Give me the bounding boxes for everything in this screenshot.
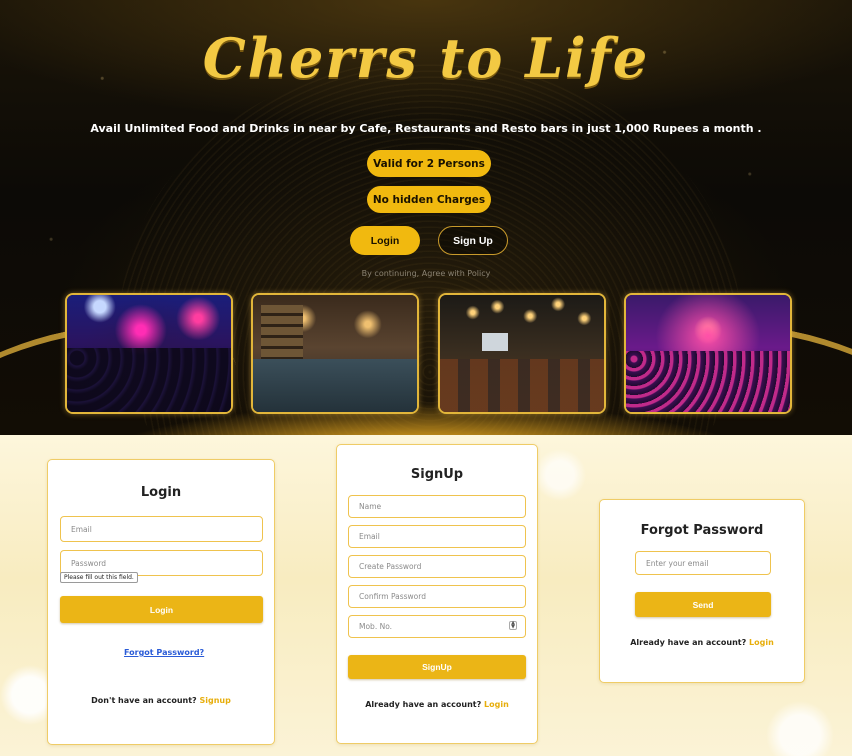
login-email-field[interactable]: Email — [60, 516, 263, 542]
signup-card: SignUp Name Email Create Password Confir… — [336, 444, 538, 744]
nightclub-icon — [67, 295, 231, 412]
brand-logo-text: Cherrs to Life — [202, 26, 650, 90]
hero-banner: Cherrs to Life Avail Unlimited Food and … — [0, 0, 852, 435]
forgot-footer-login-link[interactable]: Login — [749, 638, 774, 647]
signup-mobile-field[interactable]: Mob. No. ▲ ▼ — [348, 615, 526, 638]
signup-card-title: SignUp — [410, 467, 464, 482]
venue-photo-nightclub — [65, 293, 233, 414]
login-footer-text: Don't have an account? — [91, 696, 197, 705]
login-card-title: Login — [140, 485, 182, 500]
number-stepper-icon[interactable]: ▲ ▼ — [509, 621, 517, 630]
signup-footer: Already have an account? Login — [337, 700, 537, 709]
cafe-interior-icon — [253, 295, 417, 412]
restobar-icon — [440, 295, 604, 412]
forgot-footer: Already have an account? Login — [600, 638, 804, 647]
signup-create-password-field[interactable]: Create Password — [348, 555, 526, 578]
login-card: Login Email Password Please fill out thi… — [47, 459, 275, 745]
policy-notice: By continuing, Agree with Policy — [361, 269, 491, 278]
badge-valid-persons: Valid for 2 Persons — [367, 150, 491, 177]
venue-photo-restobar — [438, 293, 606, 414]
signup-footer-text: Already have an account? — [365, 700, 482, 709]
venue-photo-concert — [624, 293, 792, 414]
hero-login-button[interactable]: Login — [350, 226, 420, 255]
signup-mobile-placeholder: Mob. No. — [359, 622, 393, 631]
signup-confirm-password-field[interactable]: Confirm Password — [348, 585, 526, 608]
hero-signup-button[interactable]: Sign Up — [438, 226, 508, 255]
login-submit-button[interactable]: Login — [60, 596, 263, 623]
signup-submit-button[interactable]: SignUp — [348, 655, 526, 679]
hero-tagline: Avail Unlimited Food and Drinks in near … — [90, 122, 762, 135]
forgot-password-link[interactable]: Forgot Password? — [124, 648, 204, 657]
concert-stage-icon — [626, 295, 790, 412]
forgot-email-field[interactable]: Enter your email — [635, 551, 771, 575]
badge-no-hidden-charges: No hidden Charges — [367, 186, 491, 213]
login-footer: Don't have an account? Signup — [48, 696, 274, 705]
signup-email-field[interactable]: Email — [348, 525, 526, 548]
send-button[interactable]: Send — [635, 592, 771, 617]
signup-name-field[interactable]: Name — [348, 495, 526, 518]
venue-photo-cafe — [251, 293, 419, 414]
forgot-footer-text: Already have an account? — [630, 638, 747, 647]
validation-tooltip: Please fill out this field. — [60, 572, 138, 583]
signup-footer-login-link[interactable]: Login — [484, 700, 509, 709]
login-footer-signup-link[interactable]: Signup — [199, 696, 230, 705]
forgot-password-card: Forgot Password Enter your email Send Al… — [599, 499, 805, 683]
forgot-card-title: Forgot Password — [640, 523, 764, 538]
